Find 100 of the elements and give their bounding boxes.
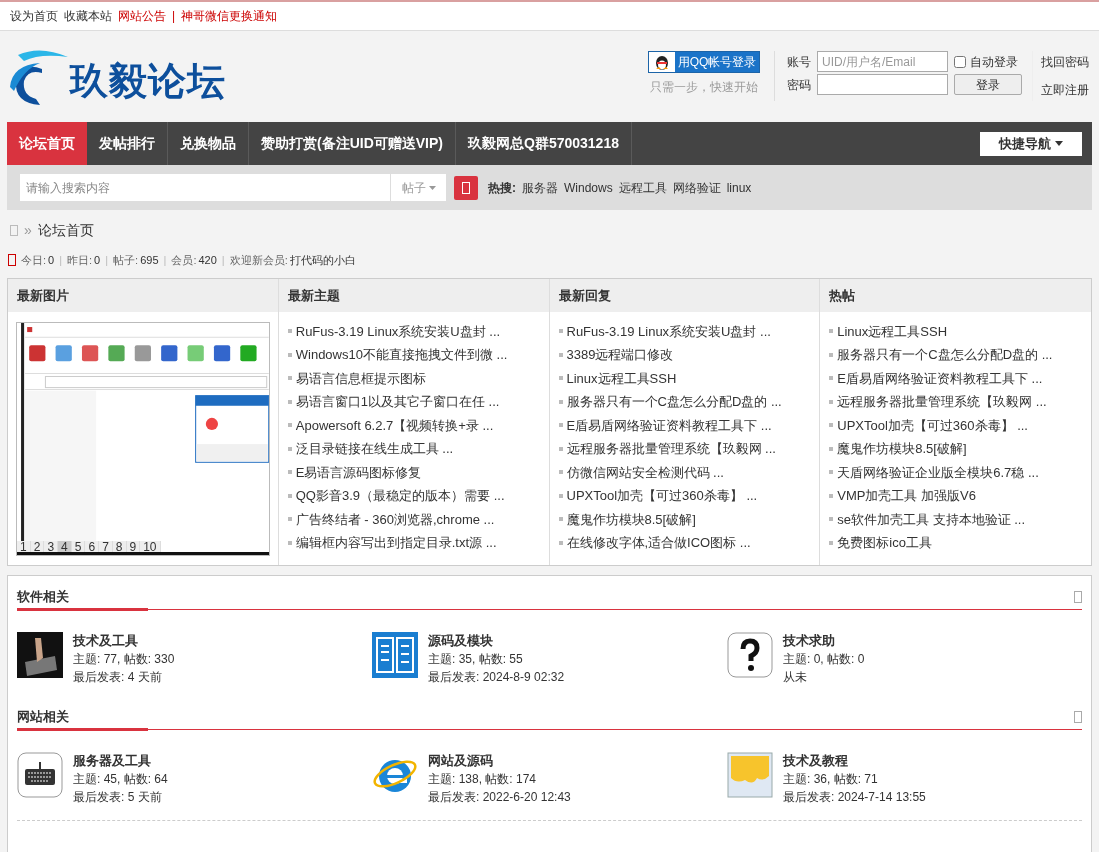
hot-search-link[interactable]: linux	[726, 178, 752, 197]
stats-label: 今日:	[21, 252, 47, 268]
page-number[interactable]: 5	[71, 541, 86, 552]
forum-stats: 主题: 138, 帖数: 174	[428, 771, 538, 788]
forum-last-post: 最后发表: 5 天前	[73, 789, 163, 806]
forum-name[interactable]: 技术及教程	[783, 752, 926, 770]
forum-name[interactable]: 服务器及工具	[73, 752, 168, 770]
quick-nav-button[interactable]: 快捷导航	[980, 131, 1082, 156]
thread-link[interactable]: 免费图标ico工具	[837, 533, 932, 553]
thread-link[interactable]: 泛目录链接在线生成工具 ...	[295, 439, 454, 459]
panel-title: 热帖	[829, 286, 856, 305]
thread-link[interactable]: 仿微信网站安全检测代码 ...	[566, 462, 724, 482]
notice-link[interactable]: 神哥微信更换通知	[181, 7, 278, 25]
thread-link[interactable]: 编辑框内容写出到指定目录.txt源 ...	[295, 533, 497, 553]
page-number[interactable]: 4	[58, 541, 72, 552]
account-label: 账号	[787, 53, 812, 71]
thread-link[interactable]: 服务器只有一个C盘怎么分配D盘的 ...	[566, 392, 782, 412]
stats-separator: |	[105, 252, 109, 268]
stats-value: 0	[48, 252, 55, 268]
forum-name[interactable]: 技术求助	[783, 632, 865, 650]
qq-hint: 只需一步，快速开始	[650, 79, 758, 96]
page-number[interactable]: 8	[112, 541, 127, 552]
forum-name[interactable]: 源码及模块	[428, 632, 565, 650]
stats-separator: |	[59, 252, 63, 268]
thread-link[interactable]: 服务器只有一个C盘怎么分配D盘的 ...	[837, 345, 1053, 365]
forum-name[interactable]: 技术及工具	[73, 632, 175, 650]
stats-label: 欢迎新会员:	[229, 252, 288, 268]
breadcrumb-separator: »	[24, 220, 32, 240]
hot-search-link[interactable]: 网络验证	[672, 178, 721, 197]
stats-value: 打代码的小白	[289, 252, 356, 268]
qq-login-button[interactable]: 用QQ帐号登录	[648, 51, 760, 73]
thread-link[interactable]: 3389远程端口修改	[566, 345, 674, 365]
thread-link[interactable]: VMP加壳工具 加强版V6	[837, 486, 976, 506]
forum-last-post: 从未	[783, 669, 808, 686]
notice-link[interactable]: 网站公告	[118, 7, 166, 25]
password-field[interactable]	[817, 74, 948, 95]
login-button[interactable]: 登录	[954, 74, 1022, 95]
account-link[interactable]: 找回密码	[1041, 53, 1089, 71]
search-icon	[462, 181, 470, 194]
account-field[interactable]: UID/用户名/Email	[817, 51, 948, 72]
stats-value: 695	[140, 252, 159, 268]
page-number[interactable]: 7	[99, 541, 113, 552]
hot-search-link[interactable]: 远程工具	[618, 178, 667, 197]
search-field[interactable]: 请输入搜索内容	[20, 174, 390, 201]
page-number[interactable]: 1	[17, 541, 31, 552]
thread-link[interactable]: 在线修改字体,适合做ICO图标 ...	[566, 533, 751, 553]
page-number[interactable]: 9	[126, 541, 141, 552]
stats-separator: |	[163, 252, 167, 268]
thread-link[interactable]: RuFus-3.19 Linux系统安装U盘封 ...	[295, 321, 501, 341]
nav-tab[interactable]: 论坛首页	[7, 122, 87, 165]
password-label: 密码	[787, 76, 812, 94]
forum-name[interactable]: 网站及源码	[428, 752, 571, 770]
collapse-icon[interactable]	[1074, 590, 1082, 603]
thread-link[interactable]: Linux远程工具SSH	[566, 368, 677, 388]
collapse-icon[interactable]	[1074, 710, 1082, 723]
forum-stats: 主题: 45, 帖数: 64	[73, 771, 168, 788]
thread-link[interactable]: 魔鬼作坊模块8.5[破解]	[566, 509, 696, 529]
account-link[interactable]: 立即注册	[1041, 81, 1089, 99]
thread-link[interactable]: Windows10不能直接拖拽文件到微 ...	[295, 345, 508, 365]
auto-login-checkbox[interactable]	[954, 55, 966, 68]
thread-link[interactable]: Linux远程工具SSH	[837, 321, 948, 341]
thread-link[interactable]: UPXTool加壳【可过360杀毒】 ...	[566, 486, 758, 506]
question-icon	[727, 632, 773, 678]
stats-icon	[8, 254, 16, 266]
page-number[interactable]: 6	[85, 541, 100, 552]
auto-login-label: 自动登录	[970, 53, 1018, 71]
forum-last-post: 最后发表: 4 天前	[73, 669, 163, 686]
page-number[interactable]: 3	[44, 541, 59, 552]
hot-search-link[interactable]: 服务器	[522, 178, 558, 197]
forum-last-post: 最后发表: 2024-7-14 13:55	[783, 789, 926, 806]
breadcrumb-link[interactable]: 论坛首页	[37, 219, 94, 241]
thread-link[interactable]: E盾易盾网络验证资料教程工具下 ...	[566, 415, 772, 435]
thread-link[interactable]: 魔鬼作坊模块8.5[破解]	[837, 439, 967, 459]
thread-link[interactable]: se软件加壳工具 支持本地验证 ...	[837, 509, 1026, 529]
top-link[interactable]: 收藏本站	[64, 7, 112, 25]
forum-stats: 主题: 36, 帖数: 71	[783, 771, 879, 788]
thread-link[interactable]: 广告终结者 - 360浏览器,chrome ...	[295, 509, 495, 529]
section-title: 网站相关	[17, 707, 69, 726]
caret-icon	[1055, 141, 1063, 146]
stats-label: 会员:	[171, 252, 197, 268]
thread-link[interactable]: E盾易盾网络验证资料教程工具下 ...	[837, 368, 1043, 388]
hot-search-link[interactable]: Windows	[564, 178, 613, 197]
thread-link[interactable]: 易语言窗口1以及其它子窗口在任 ...	[295, 392, 500, 412]
thread-link[interactable]: 易语言信息框提示图标	[295, 368, 426, 388]
search-button[interactable]	[454, 175, 478, 200]
laptop-hand-icon	[17, 632, 63, 678]
thread-link[interactable]: 远程服务器批量管理系统【玖毅网 ...	[837, 392, 1047, 412]
thread-link[interactable]: E易语言源码图标修复	[295, 462, 422, 482]
thread-link[interactable]: Apowersoft 6.2.7【视频转换+录 ...	[295, 415, 494, 435]
thread-link[interactable]: 天盾网络验证企业版全模块6.7稳 ...	[837, 462, 1039, 482]
caret-icon	[428, 185, 436, 190]
thread-link[interactable]: UPXTool加壳【可过360杀毒】 ...	[837, 415, 1028, 435]
thread-link[interactable]: 远程服务器批量管理系统【玖毅网 ...	[566, 439, 776, 459]
page-number[interactable]: 10	[140, 541, 161, 552]
home-icon	[10, 224, 18, 236]
page-number[interactable]: 2	[30, 541, 45, 552]
thread-link[interactable]: QQ影音3.9（最稳定的版本）需要 ...	[295, 486, 505, 506]
thread-link[interactable]: RuFus-3.19 Linux系统安装U盘封 ...	[566, 321, 771, 341]
penguin-icon	[655, 54, 669, 70]
top-link[interactable]: 设为首页	[10, 7, 58, 25]
